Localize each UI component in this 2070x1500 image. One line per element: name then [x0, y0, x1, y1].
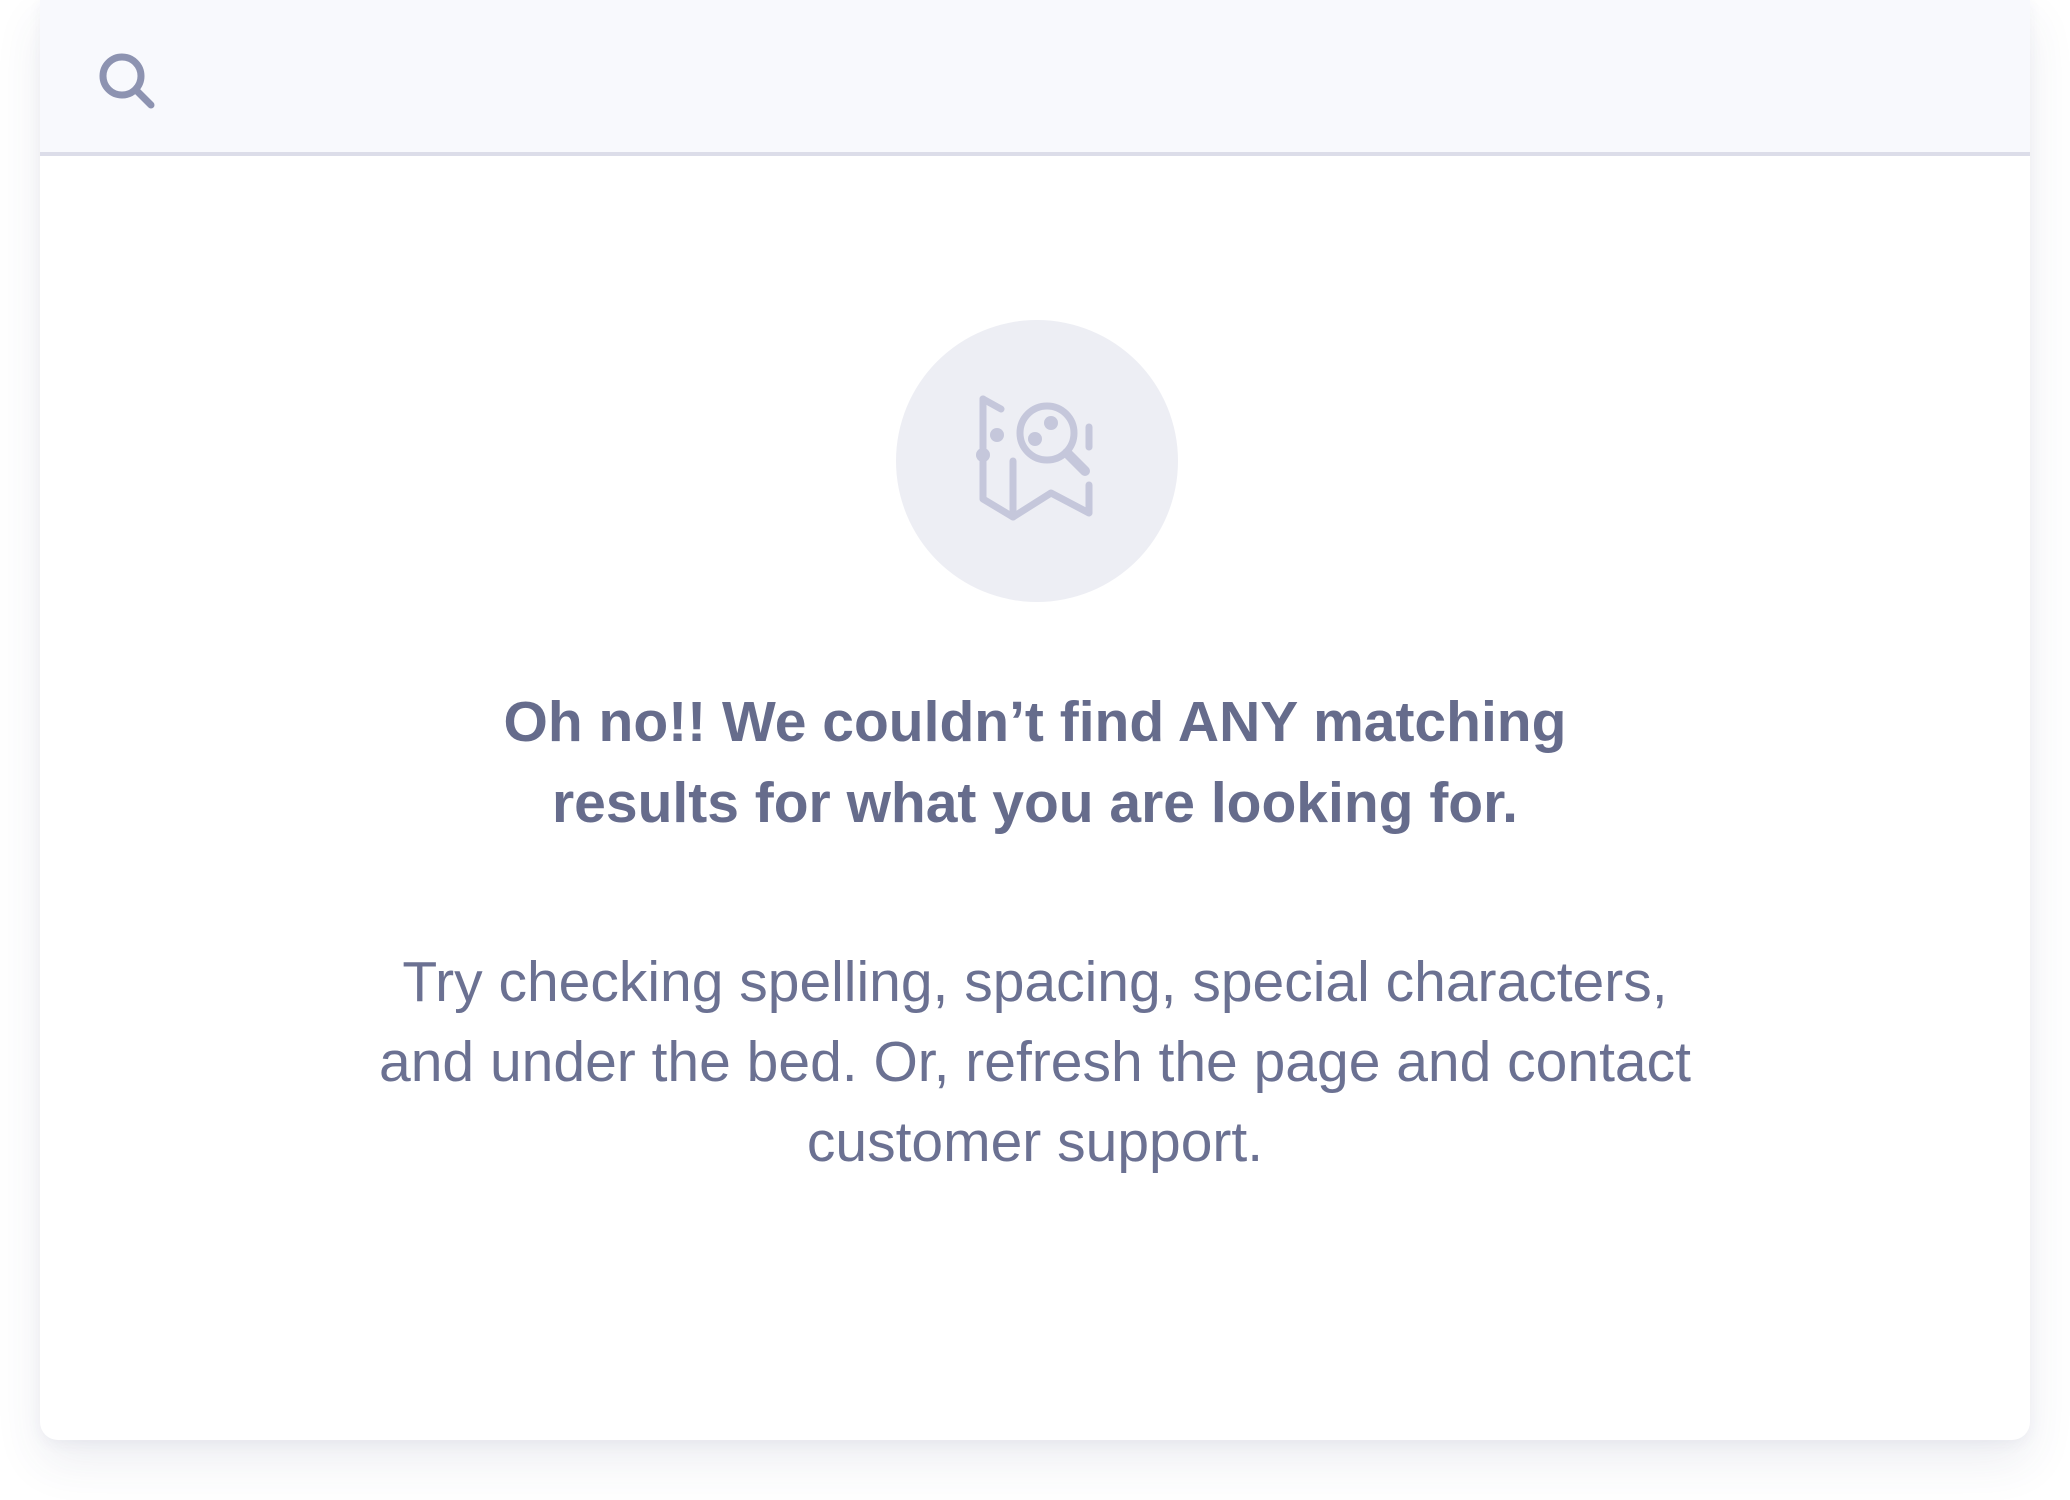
empty-state-message: Try checking spelling, spacing, special … — [40, 942, 2030, 1182]
empty-state-headline: Oh no!! We couldn’t find ANY matching re… — [40, 682, 2030, 844]
headline-line: Oh no!! We couldn’t find ANY matching — [503, 690, 1567, 754]
empty-state-illustration — [896, 320, 1178, 602]
message-line: customer support. — [806, 1110, 1264, 1174]
headline-line: results for what you are looking for. — [552, 771, 1518, 835]
message-line: Try checking spelling, spacing, special … — [402, 950, 1668, 1014]
map-search-icon — [976, 395, 1093, 521]
search-bar[interactable] — [40, 0, 2030, 156]
search-panel: Oh no!! We couldn’t find ANY matching re… — [40, 0, 2030, 1440]
search-input[interactable] — [190, 34, 1974, 124]
search-icon[interactable] — [96, 50, 158, 112]
message-line: and under the bed. Or, refresh the page … — [379, 1030, 1691, 1094]
